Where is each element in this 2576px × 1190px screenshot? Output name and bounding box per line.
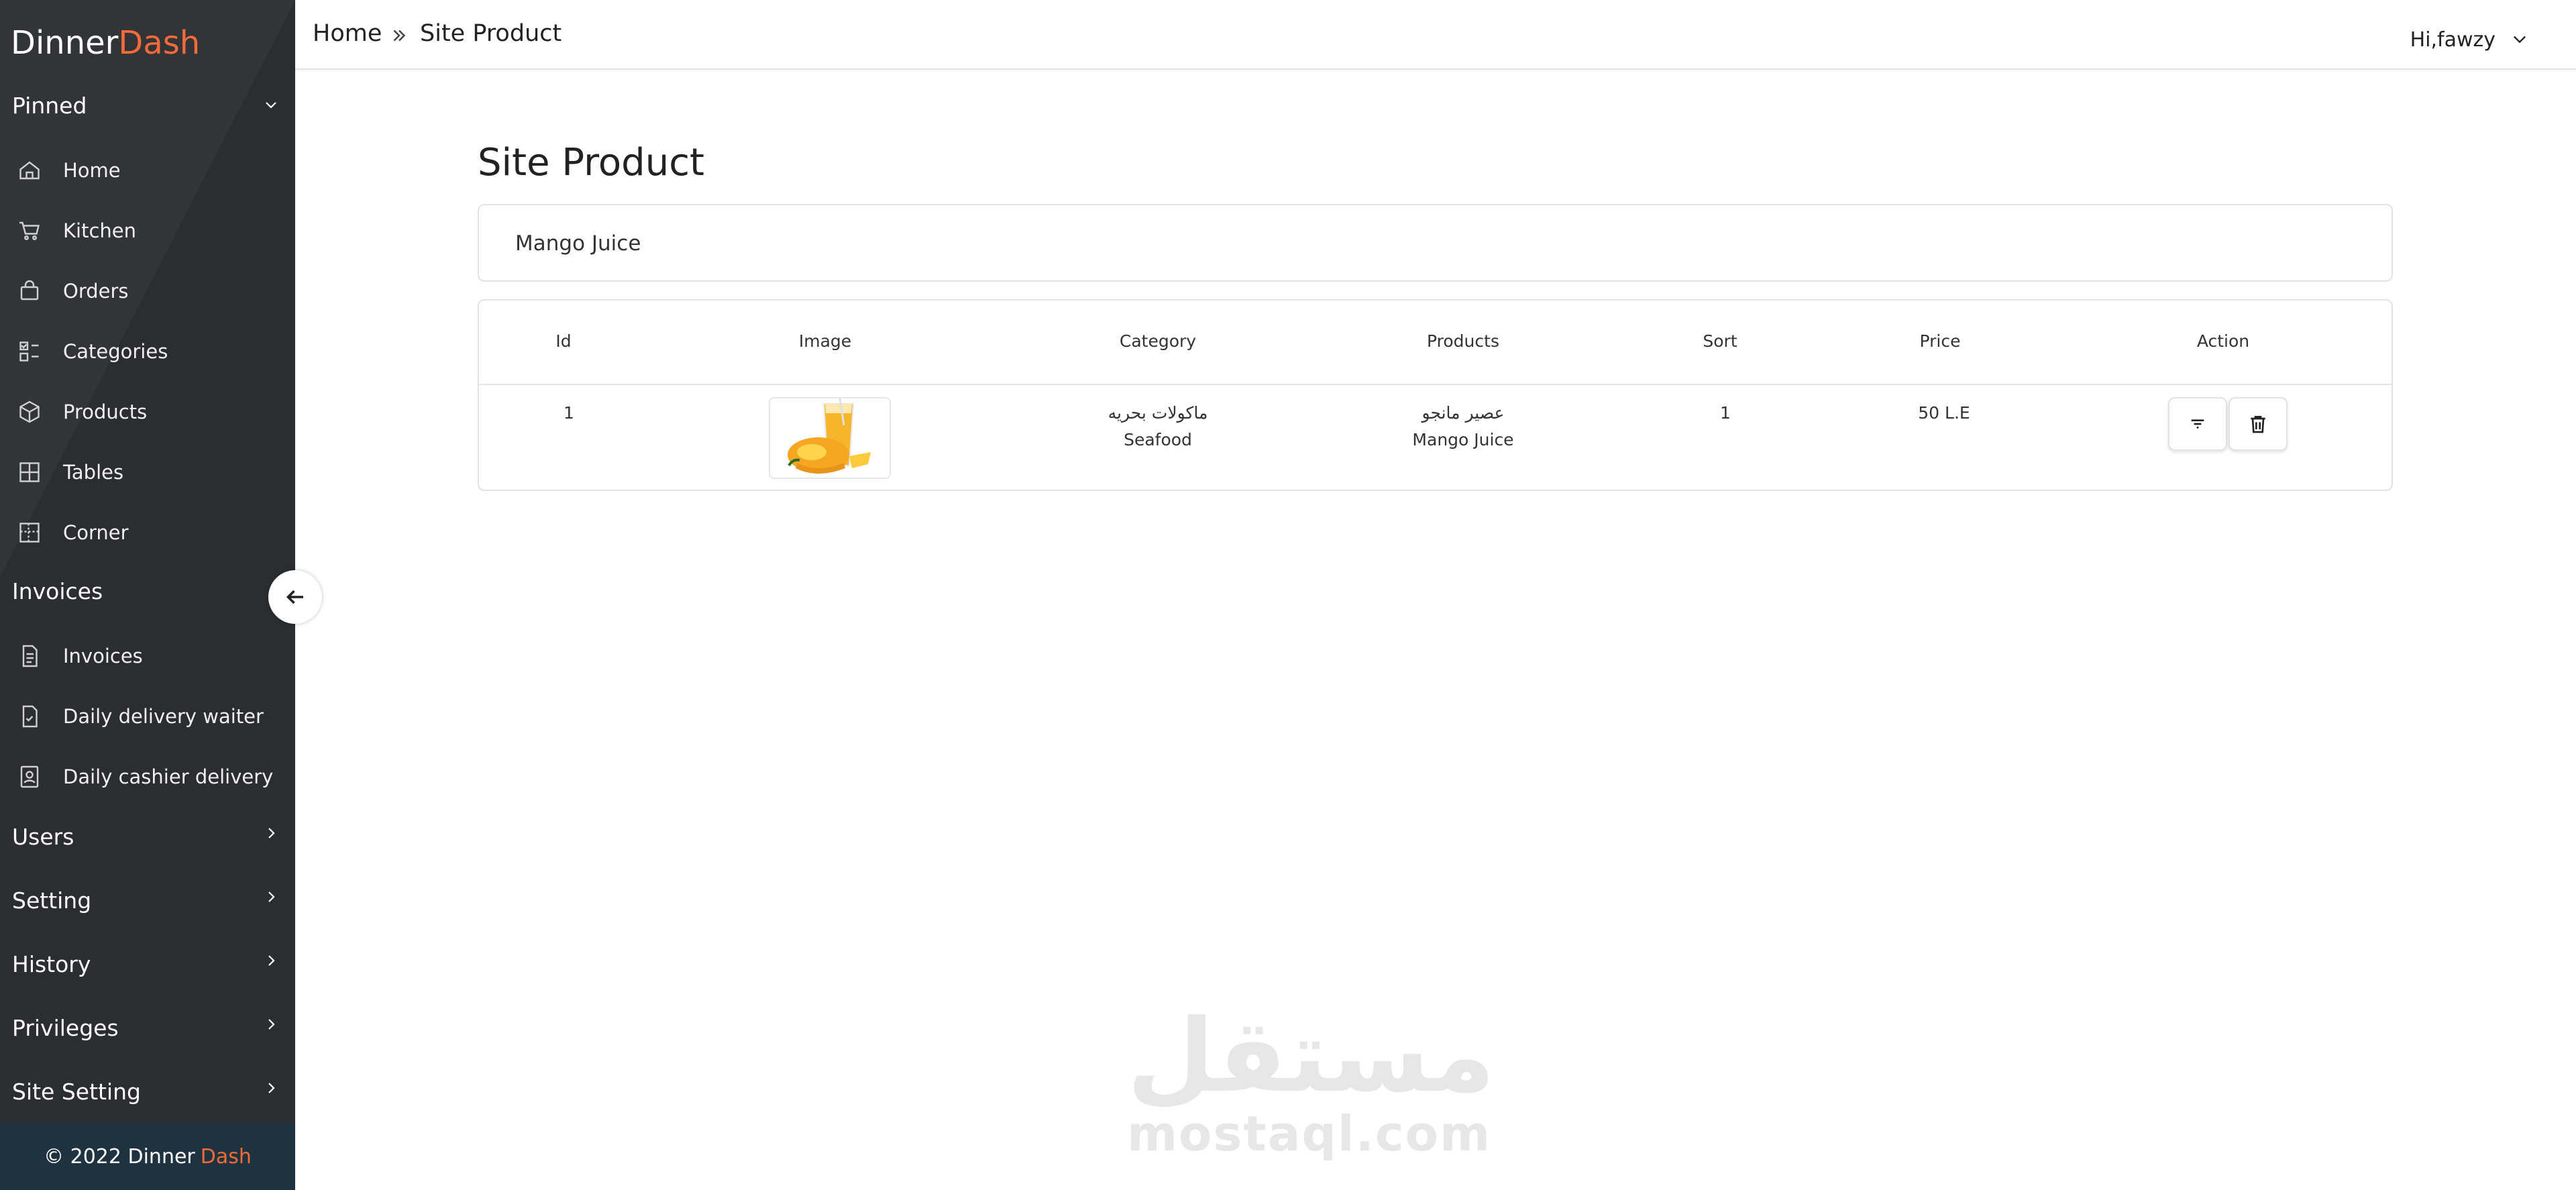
sidebar-item-daily-cashier-delivery[interactable]: Daily cashier delivery <box>0 750 295 804</box>
column-header-action: Action <box>2196 331 2250 351</box>
sidebar-item-label: Tables <box>63 461 124 484</box>
sidebar-item-categories[interactable]: Categories <box>0 325 295 378</box>
sidebar-item-orders[interactable]: Orders <box>0 264 295 318</box>
column-header-category: Category <box>1119 331 1197 351</box>
trash-icon <box>2251 416 2265 433</box>
sidebar-item-label: Orders <box>63 280 129 303</box>
column-header-products: Products <box>1427 331 1499 351</box>
sidebar-item-label: Categories <box>63 340 168 363</box>
product-image <box>769 397 891 479</box>
cell-sort: 1 <box>1720 403 1731 423</box>
chevron-right-icon[interactable] <box>263 889 279 905</box>
sidebar-item-label: Daily delivery waiter <box>63 705 264 728</box>
sidebar: DinnerDash Pinned Home Kitchen Orders Ca… <box>0 0 295 1190</box>
sidebar-collapse-button[interactable] <box>268 570 322 624</box>
cell-category: ماكولات بحريه Seafood <box>1108 400 1208 453</box>
document-icon <box>17 644 42 668</box>
page-title: Site Product <box>478 141 704 184</box>
section-history[interactable]: History <box>12 951 91 977</box>
brand-accent: Dash <box>118 24 201 62</box>
chevron-right-icon[interactable] <box>263 953 279 969</box>
search-input[interactable] <box>515 227 2326 260</box>
sidebar-item-tables[interactable]: Tables <box>0 445 295 499</box>
section-pinned[interactable]: Pinned <box>12 93 87 119</box>
column-header-sort: Sort <box>1703 331 1737 351</box>
breadcrumb-current: Site Product <box>420 20 562 47</box>
arrow-left-icon <box>286 590 303 604</box>
section-setting[interactable]: Setting <box>12 887 91 914</box>
sidebar-item-corner[interactable]: Corner <box>0 506 295 559</box>
cell-id: 1 <box>564 403 574 423</box>
products-table: Id Image Category Products Sort Price Ac… <box>478 299 2393 491</box>
sidebar-item-label: Corner <box>63 521 129 544</box>
box-icon <box>17 400 42 424</box>
watermark-logo: مستقل mostaql.com <box>1127 998 1495 1174</box>
delete-button[interactable] <box>2229 397 2288 451</box>
sidebar-item-label: Home <box>63 159 121 182</box>
corner-icon <box>17 521 42 545</box>
column-header-id: Id <box>555 331 572 351</box>
section-privileges[interactable]: Privileges <box>12 1015 119 1041</box>
sidebar-item-label: Kitchen <box>63 219 136 242</box>
section-users[interactable]: Users <box>12 824 74 850</box>
home-icon <box>17 158 42 182</box>
chevron-down-icon[interactable] <box>2510 30 2529 48</box>
header-divider <box>479 384 2392 385</box>
section-invoices[interactable]: Invoices <box>12 578 103 604</box>
column-header-image: Image <box>798 331 852 351</box>
cell-product: عصير مانجو Mango Juice <box>1412 400 1513 453</box>
category-arabic: ماكولات بحريه <box>1108 403 1208 423</box>
chevron-down-icon[interactable] <box>263 97 279 113</box>
sidebar-item-invoices[interactable]: Invoices <box>0 629 295 683</box>
column-header-price: Price <box>1919 331 1961 351</box>
product-arabic: عصير مانجو <box>1421 403 1505 423</box>
brand-name: Dinner <box>11 24 119 62</box>
grid-icon <box>17 460 42 484</box>
section-site-setting[interactable]: Site Setting <box>12 1079 141 1105</box>
categories-icon <box>17 339 42 364</box>
sidebar-item-label: Invoices <box>63 645 143 667</box>
badge-icon <box>17 765 42 789</box>
topbar: Home Site Product Hi,fawzy <box>295 0 2576 70</box>
double-chevron-right-icon <box>389 25 409 46</box>
document-check-icon <box>17 704 42 728</box>
search-box <box>478 204 2393 282</box>
mango-juice-image <box>770 398 890 478</box>
user-menu[interactable]: Hi,fawzy <box>2410 28 2496 52</box>
sidebar-item-label: Daily cashier delivery <box>63 765 274 788</box>
chevron-right-icon[interactable] <box>263 825 279 841</box>
bag-icon <box>17 279 42 303</box>
footer-copyright: © 2022 Dinner <box>44 1144 195 1169</box>
sidebar-item-kitchen[interactable]: Kitchen <box>0 204 295 258</box>
sidebar-item-products[interactable]: Products <box>0 385 295 439</box>
chevron-right-icon[interactable] <box>263 1016 279 1032</box>
filter-button[interactable] <box>2168 397 2227 451</box>
brand-logo[interactable]: DinnerDash <box>11 24 200 62</box>
watermark-english: mostaql.com <box>1127 1105 1492 1162</box>
watermark-arabic: مستقل <box>1127 998 1495 1115</box>
cell-price: 50 L.E <box>1918 403 1970 423</box>
sidebar-footer: © 2022 Dinner Dash <box>0 1123 295 1190</box>
category-english: Seafood <box>1124 430 1192 449</box>
breadcrumb-home[interactable]: Home <box>313 20 382 47</box>
sidebar-item-label: Products <box>63 400 148 423</box>
chevron-right-icon[interactable] <box>263 1080 279 1096</box>
cart-icon <box>17 219 42 243</box>
sidebar-item-home[interactable]: Home <box>0 144 295 197</box>
footer-accent: Dash <box>200 1144 252 1169</box>
filter-icon <box>2191 419 2204 429</box>
sidebar-item-daily-delivery-waiter[interactable]: Daily delivery waiter <box>0 690 295 743</box>
product-english: Mango Juice <box>1412 430 1514 449</box>
